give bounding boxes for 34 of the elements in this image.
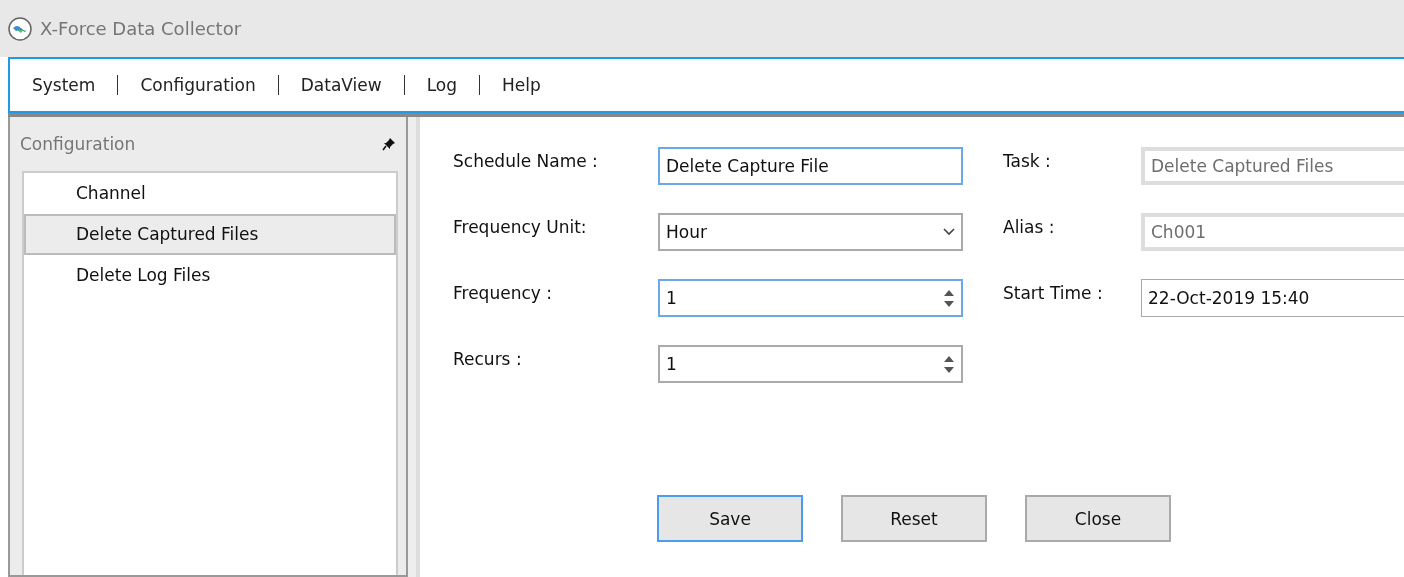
input-field: Ch001 [1141, 213, 1404, 251]
list-item[interactable]: Channel [24, 173, 396, 214]
spin-up-icon[interactable] [943, 288, 955, 296]
chevron-down-icon[interactable] [943, 228, 955, 236]
app-logo-icon [8, 16, 32, 41]
spin-field[interactable]: 1 [658, 345, 963, 383]
menu-item[interactable]: DataView [296, 75, 386, 95]
spin-down-icon[interactable] [943, 300, 955, 308]
input-field[interactable]: Delete Capture File [658, 147, 963, 185]
spin-up-icon[interactable] [943, 354, 955, 362]
field-label: Start Time : [1003, 282, 1104, 303]
field-label: Schedule Name : [453, 150, 599, 171]
menu-item[interactable]: Help [498, 75, 545, 95]
field-label: Recurs : [453, 348, 523, 369]
panel-title: Configuration [20, 134, 136, 154]
field-label: Frequency Unit: [453, 216, 588, 237]
menu-item[interactable]: System [28, 75, 100, 95]
spin-down-icon[interactable] [943, 366, 955, 374]
menu-item[interactable]: Log [422, 75, 461, 95]
input-field: Delete Captured Files [1141, 147, 1404, 185]
action-button[interactable]: Reset [841, 495, 987, 542]
list-item[interactable]: Delete Captured Files [24, 214, 396, 255]
dropdown[interactable]: Hour [658, 213, 963, 251]
list-item[interactable]: Delete Log Files [24, 255, 396, 296]
field-label: Frequency : [453, 282, 553, 303]
field-label: Alias : [1003, 216, 1056, 237]
window-title: X-Force Data Collector [40, 18, 242, 39]
menu-item[interactable]: Configuration [136, 75, 260, 95]
field-label: Task : [1003, 150, 1052, 171]
action-button[interactable]: Close [1025, 495, 1171, 542]
pin-icon[interactable] [382, 137, 396, 151]
spin-field[interactable]: 1 [658, 279, 963, 317]
input-field[interactable]: 22-Oct-2019 15:40 [1141, 279, 1404, 317]
action-button[interactable]: Save [657, 495, 803, 542]
